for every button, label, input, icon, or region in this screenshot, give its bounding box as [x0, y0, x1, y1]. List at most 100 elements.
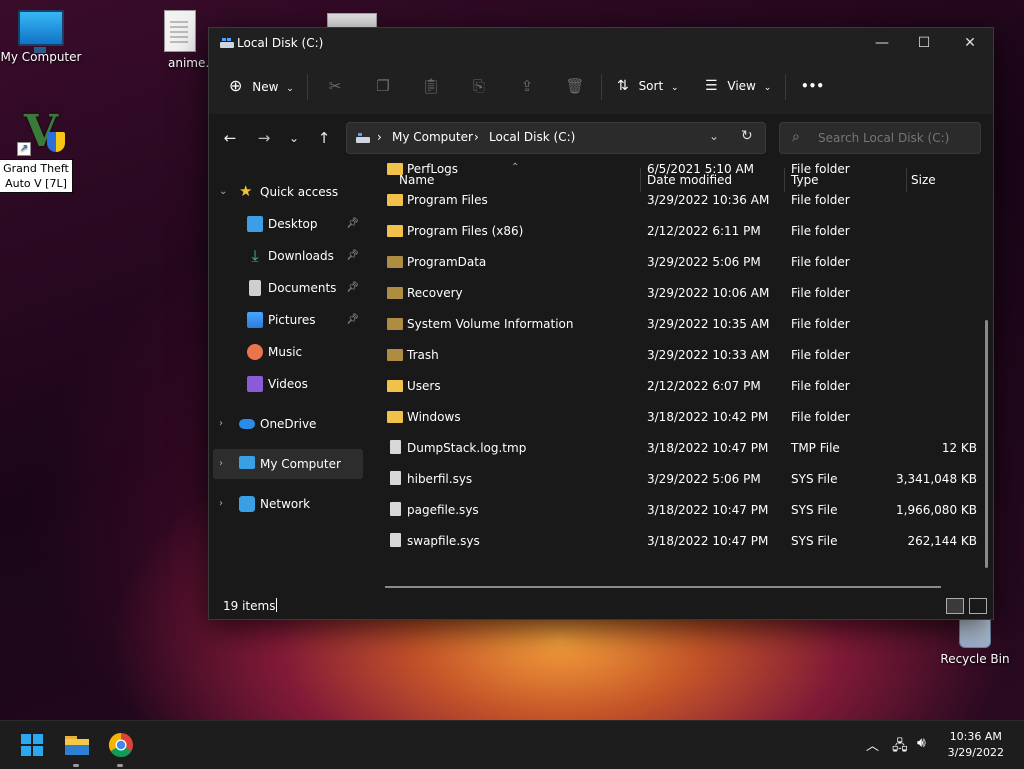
minimize-button[interactable]: —: [859, 28, 905, 58]
nav-label: Network: [260, 497, 311, 511]
desktop-icon-anime[interactable]: anime.t: [152, 10, 208, 71]
file-date-modified: 3/18/2022 10:42 PM: [647, 410, 769, 424]
nav-my-computer[interactable]: › My Computer: [213, 449, 363, 479]
up-button[interactable]: ↑: [311, 126, 337, 150]
start-button[interactable]: [16, 729, 48, 761]
address-bar[interactable]: › My Computer › Local Disk (C:) ⌄ ↻: [346, 122, 766, 154]
folder-icon: [387, 380, 403, 392]
delete-icon[interactable]: 🗑︎: [561, 72, 589, 100]
address-history-dropdown-icon[interactable]: ⌄: [709, 129, 719, 143]
nav-label: Documents: [268, 281, 337, 295]
file-row[interactable]: swapfile.sys 3/18/2022 10:47 PM SYS File 26…: [369, 526, 989, 557]
file-row[interactable]: Program Files (x86) 2/12/2022 6:11 PM File…: [369, 216, 989, 247]
file-row[interactable]: Program Files 3/29/2022 10:36 AM File fold…: [369, 185, 989, 216]
copy-icon[interactable]: ❐: [369, 72, 397, 100]
back-button[interactable]: ←: [217, 126, 243, 150]
volume-icon[interactable]: 🔊︎: [917, 735, 926, 751]
drive-icon: [356, 133, 370, 143]
nav-item-videos[interactable]: Videos: [213, 369, 363, 399]
chevron-right-icon[interactable]: ›: [219, 489, 223, 519]
chevron-down-icon: ⌄: [286, 84, 294, 94]
file-name: PerfLogs: [407, 162, 459, 176]
file-row[interactable]: Recovery 3/29/2022 10:06 AM File folder: [369, 278, 989, 309]
new-button-label: New: [252, 80, 279, 94]
file-row[interactable]: System Volume Information 3/29/2022 10:35…: [369, 309, 989, 340]
rename-icon[interactable]: ⎘: [465, 72, 493, 100]
file-name: Trash: [407, 348, 439, 362]
pin-icon[interactable]: 📌︎: [346, 209, 359, 239]
pin-icon[interactable]: 📌︎: [346, 273, 359, 303]
pin-icon[interactable]: 📌︎: [346, 305, 359, 335]
search-box[interactable]: ⌕: [779, 122, 981, 154]
view-button[interactable]: ☰ View ⌄: [705, 72, 771, 100]
address-row: ← → ⌄ ↑ › My Computer › Local Disk (C:) …: [209, 114, 993, 162]
file-row[interactable]: PerfLogs 6/5/2021 5:10 AM File folder: [369, 162, 989, 185]
chevron-right-icon[interactable]: ›: [219, 409, 223, 439]
file-date-modified: 3/29/2022 10:35 AM: [647, 317, 770, 331]
desktop-icon-recycle-bin[interactable]: Recycle Bin: [934, 612, 1016, 667]
nav-network[interactable]: › Network: [213, 489, 363, 519]
downloads-icon: ⤓: [251, 246, 259, 265]
file-row[interactable]: Users 2/12/2022 6:07 PM File folder: [369, 371, 989, 402]
breadcrumb-local-disk[interactable]: Local Disk (C:): [489, 130, 575, 144]
toolbar-divider: [785, 74, 786, 100]
desktop-icon-gta[interactable]: V ↗ Grand Theft Auto V [7L]: [0, 110, 82, 193]
taskbar: ︿ 🖧︎ 🔊︎ 10:36 AM 3/29/2022: [0, 720, 1024, 769]
cut-icon[interactable]: ✂: [321, 72, 349, 100]
nav-item-documents[interactable]: Documents 📌︎: [213, 273, 363, 303]
search-input[interactable]: [816, 130, 975, 146]
horizontal-scrollbar[interactable]: [385, 586, 941, 588]
running-indicator: [73, 764, 79, 767]
plus-circle-icon: ⊕: [229, 76, 243, 95]
nav-quick-access[interactable]: ⌄ ★ Quick access: [213, 177, 363, 207]
refresh-icon[interactable]: ↻: [741, 128, 753, 144]
forward-button[interactable]: →: [251, 126, 277, 150]
new-button[interactable]: ⊕ New ⌄: [229, 72, 294, 100]
nav-item-downloads[interactable]: ⤓ Downloads 📌︎: [213, 241, 363, 271]
file-row[interactable]: Windows 3/18/2022 10:42 PM File folder: [369, 402, 989, 433]
view-icon: ☰: [705, 78, 718, 94]
chevron-right-icon[interactable]: ›: [219, 449, 223, 479]
file-row[interactable]: Trash 3/29/2022 10:33 AM File folder: [369, 340, 989, 371]
nav-item-music[interactable]: Music: [213, 337, 363, 367]
file-explorer-taskbar-button[interactable]: [61, 729, 93, 767]
vertical-scrollbar[interactable]: [985, 320, 988, 568]
chevron-down-icon[interactable]: ⌄: [219, 177, 227, 207]
file-row[interactable]: hiberfil.sys 3/29/2022 5:06 PM SYS File 3,3…: [369, 464, 989, 495]
breadcrumb-separator[interactable]: ›: [474, 130, 479, 144]
computer-icon: [18, 10, 64, 53]
title-bar[interactable]: Local Disk (C:) — ☐ ✕: [209, 28, 993, 58]
close-button[interactable]: ✕: [947, 28, 993, 58]
show-hidden-icons-button[interactable]: ︿: [866, 735, 879, 754]
large-icons-view-button[interactable]: [969, 598, 987, 614]
file-row[interactable]: pagefile.sys 3/18/2022 10:47 PM SYS File 1,…: [369, 495, 989, 526]
file-type: File folder: [791, 162, 850, 176]
breadcrumb-separator[interactable]: ›: [377, 130, 382, 144]
file-size: 1,966,080 KB: [896, 503, 977, 517]
nav-label: OneDrive: [260, 417, 317, 431]
nav-item-pictures[interactable]: Pictures 📌︎: [213, 305, 363, 335]
network-tray-icon[interactable]: 🖧︎: [892, 735, 908, 759]
more-options-button[interactable]: •••: [801, 72, 824, 100]
file-name: Program Files: [407, 193, 488, 207]
chrome-taskbar-button[interactable]: [105, 729, 137, 767]
pin-icon[interactable]: 📌︎: [346, 241, 359, 271]
share-icon[interactable]: ⇪: [513, 72, 541, 100]
nav-item-desktop[interactable]: Desktop 📌︎: [213, 209, 363, 239]
nav-onedrive[interactable]: › OneDrive: [213, 409, 363, 439]
nav-label: Desktop: [268, 217, 318, 231]
details-view-button[interactable]: [946, 598, 964, 614]
sort-button[interactable]: ⇅ Sort ⌄: [617, 72, 679, 100]
maximize-button[interactable]: ☐: [901, 28, 947, 58]
sort-icon: ⇅: [617, 78, 629, 94]
nav-label: Quick access: [260, 185, 339, 199]
desktop-icon-my-computer[interactable]: My Computer: [0, 10, 82, 65]
file-row[interactable]: ProgramData 3/29/2022 5:06 PM File folder: [369, 247, 989, 278]
breadcrumb-my-computer[interactable]: My Computer: [392, 130, 473, 144]
recent-locations-button[interactable]: ⌄: [281, 126, 307, 150]
file-row[interactable]: DumpStack.log.tmp 3/18/2022 10:47 PM TMP F…: [369, 433, 989, 464]
paste-icon[interactable]: 📋︎: [417, 72, 445, 100]
clock[interactable]: 10:36 AM 3/29/2022: [948, 729, 1004, 761]
cloud-icon: [239, 419, 255, 429]
file-type: SYS File: [791, 503, 838, 517]
